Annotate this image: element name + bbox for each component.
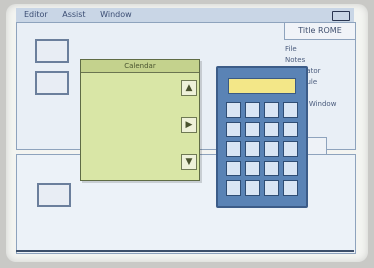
calendar-header <box>166 78 177 89</box>
calendar-day[interactable] <box>100 105 111 116</box>
calendar-day[interactable] <box>87 118 98 129</box>
calculator-key[interactable] <box>283 141 298 157</box>
calculator-keypad <box>226 102 298 196</box>
calendar-day[interactable] <box>140 159 151 170</box>
calculator-key[interactable] <box>283 160 298 177</box>
calendar-grid <box>87 78 177 170</box>
calculator-key[interactable] <box>283 121 298 138</box>
calendar-day[interactable] <box>140 132 151 143</box>
calendar-day[interactable] <box>126 159 137 170</box>
calendar-day[interactable] <box>166 105 177 116</box>
calendar-day[interactable] <box>100 91 111 102</box>
calendar-day[interactable] <box>113 91 124 102</box>
calculator-key[interactable] <box>283 102 298 118</box>
close-icon[interactable] <box>332 11 350 21</box>
calendar-header <box>100 78 111 89</box>
calendar-day[interactable] <box>166 91 177 102</box>
calendar-day[interactable] <box>113 118 124 129</box>
calendar-window: Calendar ▲ ▶ ▼ <box>80 59 200 181</box>
calendar-day[interactable] <box>87 91 98 102</box>
calendar-day[interactable] <box>87 132 98 143</box>
menu-item-window[interactable]: Window <box>100 10 132 19</box>
calendar-day[interactable] <box>153 132 164 143</box>
calendar-day[interactable] <box>87 105 98 116</box>
calendar-header <box>113 78 124 89</box>
calendar-day[interactable] <box>113 132 124 143</box>
calendar-day[interactable] <box>126 145 137 156</box>
calendar-day[interactable] <box>153 105 164 116</box>
calendar-day[interactable] <box>100 145 111 156</box>
calendar-down-arrow-icon[interactable]: ▼ <box>181 154 197 170</box>
calendar-day[interactable] <box>113 145 124 156</box>
calculator-key[interactable] <box>245 160 260 177</box>
calendar-day[interactable] <box>140 145 151 156</box>
calendar-day[interactable] <box>126 91 137 102</box>
calendar-title: Calendar <box>81 60 199 73</box>
calculator-key[interactable] <box>226 160 241 177</box>
calculator-key[interactable] <box>245 121 260 138</box>
calendar-header <box>87 78 98 89</box>
calendar-header <box>140 78 151 89</box>
calculator-key[interactable] <box>264 180 279 196</box>
desktop-icon-2[interactable] <box>35 71 69 95</box>
divider <box>16 250 354 252</box>
calculator-key[interactable] <box>264 121 279 138</box>
menu-item-editor[interactable]: Editor <box>24 10 48 19</box>
calculator-key[interactable] <box>226 102 241 118</box>
calculator-key[interactable] <box>264 102 279 118</box>
calculator-window <box>216 66 308 208</box>
calendar-day[interactable] <box>153 145 164 156</box>
calendar-day[interactable] <box>140 91 151 102</box>
calendar-day[interactable] <box>140 105 151 116</box>
calendar-day[interactable] <box>126 118 137 129</box>
calculator-key[interactable] <box>245 102 260 118</box>
window-title: Title ROME <box>284 23 355 40</box>
calculator-display <box>228 78 296 94</box>
side-item-notes[interactable]: Notes <box>285 56 347 64</box>
calendar-day[interactable] <box>113 159 124 170</box>
side-item-file[interactable]: File <box>285 45 347 53</box>
calendar-day[interactable] <box>87 159 98 170</box>
calendar-sidebar: ▲ ▶ ▼ <box>181 80 197 170</box>
calendar-day[interactable] <box>166 145 177 156</box>
calendar-header <box>126 78 137 89</box>
calendar-day[interactable] <box>153 159 164 170</box>
menu-item-assist[interactable]: Assist <box>62 10 85 19</box>
calculator-key[interactable] <box>245 141 260 157</box>
calendar-day[interactable] <box>153 91 164 102</box>
calculator-key[interactable] <box>226 180 241 196</box>
calculator-key[interactable] <box>264 160 279 177</box>
screen: Editor Assist Window Title ROME File Not… <box>6 4 368 262</box>
calendar-day[interactable] <box>100 132 111 143</box>
calendar-header <box>153 78 164 89</box>
calendar-day[interactable] <box>100 118 111 129</box>
calendar-day[interactable] <box>166 118 177 129</box>
calculator-key[interactable] <box>264 141 279 157</box>
calendar-day[interactable] <box>87 145 98 156</box>
calculator-key[interactable] <box>226 141 241 157</box>
calendar-up-arrow-icon[interactable]: ▲ <box>181 80 197 96</box>
calendar-day[interactable] <box>166 159 177 170</box>
document-icon[interactable] <box>37 183 71 207</box>
calculator-key[interactable] <box>245 180 260 196</box>
desktop-icon-1[interactable] <box>35 39 69 63</box>
menubar: Editor Assist Window <box>16 8 354 23</box>
calendar-day[interactable] <box>126 105 137 116</box>
calendar-right-arrow-icon[interactable]: ▶ <box>181 117 197 133</box>
calendar-day[interactable] <box>140 118 151 129</box>
calendar-day[interactable] <box>113 105 124 116</box>
calendar-day[interactable] <box>153 118 164 129</box>
calendar-day[interactable] <box>126 132 137 143</box>
calendar-day[interactable] <box>166 132 177 143</box>
calendar-day[interactable] <box>100 159 111 170</box>
calculator-key[interactable] <box>283 180 298 196</box>
calculator-key[interactable] <box>226 121 241 138</box>
